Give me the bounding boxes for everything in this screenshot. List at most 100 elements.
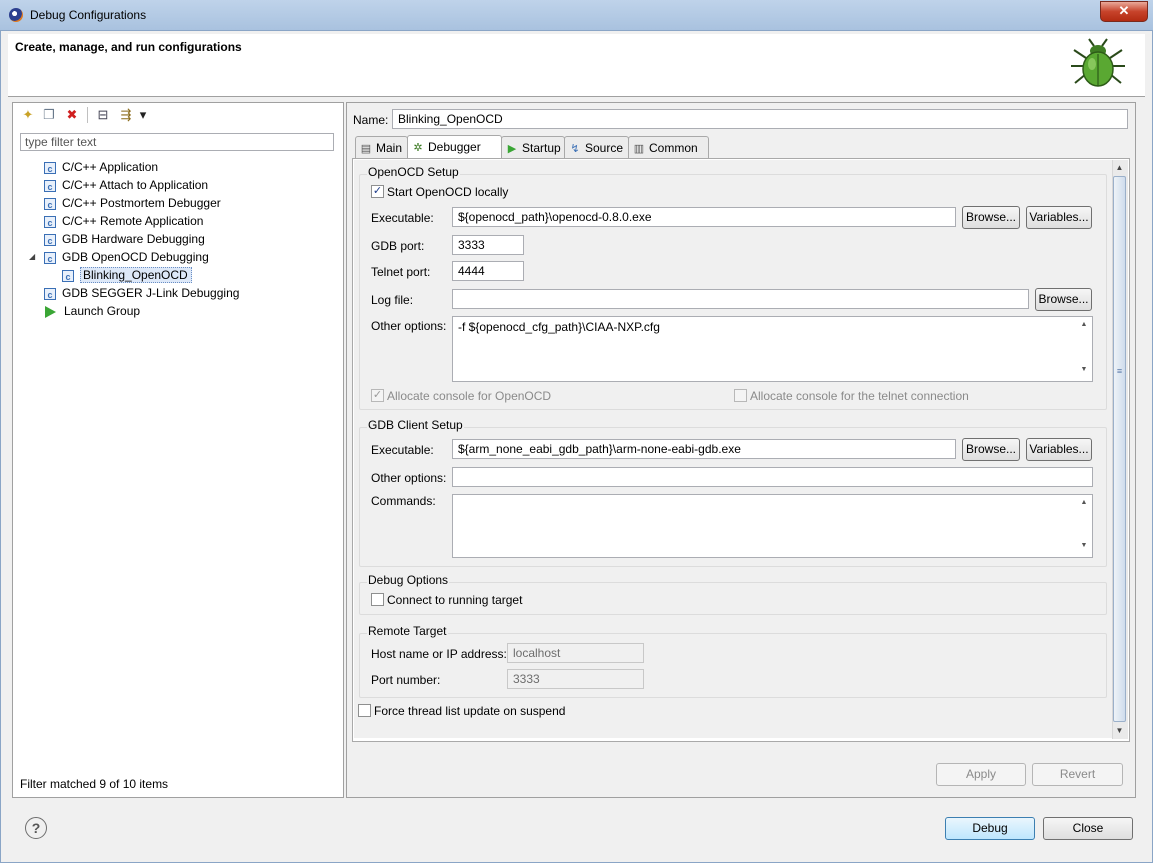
scrollbar-grip-icon: ≡ [1116, 366, 1123, 376]
gdb-port-input[interactable] [452, 235, 524, 255]
tree-item-gdb-segger[interactable]: c GDB SEGGER J-Link Debugging [44, 284, 239, 302]
log-file-label: Log file: [371, 293, 414, 307]
c-icon: c [44, 161, 56, 174]
gdb-client-title: GDB Client Setup [367, 418, 464, 432]
tree-item-cpp-attach[interactable]: c C/C++ Attach to Application [44, 176, 208, 194]
log-file-input[interactable] [452, 289, 1029, 309]
tree-item-label: C/C++ Remote Application [62, 214, 204, 228]
revert-button[interactable]: Revert [1032, 763, 1123, 786]
tab-startup[interactable]: ▶ Startup [501, 136, 565, 158]
port-number-input[interactable] [507, 669, 644, 689]
host-name-input[interactable] [507, 643, 644, 663]
tree-item-cpp-postmortem[interactable]: c C/C++ Postmortem Debugger [44, 194, 221, 212]
textarea-scrollbar[interactable]: ▲ ▼ [1077, 318, 1091, 380]
tree-item-label: Launch Group [64, 304, 141, 318]
tab-main[interactable]: ▤ Main [355, 136, 408, 158]
openocd-browse-button[interactable]: Browse... [962, 206, 1020, 229]
close-button[interactable]: Close [1043, 817, 1133, 840]
source-icon: ↯ [570, 142, 580, 155]
scroll-up-arrow-icon[interactable]: ▲ [1113, 161, 1126, 175]
tab-label: Startup [522, 141, 561, 155]
force-thread-checkbox[interactable] [358, 704, 371, 717]
tab-label: Main [376, 141, 403, 155]
common-icon: ▥ [633, 142, 645, 155]
textarea-scrollbar[interactable]: ▲ ▼ [1077, 496, 1091, 556]
openocd-variables-button[interactable]: Variables... [1026, 206, 1092, 229]
debug-button[interactable]: Debug [945, 817, 1035, 840]
help-icon[interactable]: ? [25, 817, 47, 839]
tree-item-label: GDB Hardware Debugging [62, 232, 205, 246]
c-icon: c [44, 251, 56, 264]
filter-icon[interactable]: ⇶ [118, 107, 134, 123]
window-close-button[interactable]: ✕ [1100, 1, 1148, 22]
host-name-label: Host name or IP address: [371, 647, 507, 661]
allocate-telnet-checkbox[interactable] [734, 389, 747, 402]
c-icon: c [44, 287, 56, 300]
duplicate-icon[interactable]: ❐ [41, 107, 57, 123]
tree-item-launch-group[interactable]: Launch Group [44, 302, 140, 320]
tree-item-cpp-remote[interactable]: c C/C++ Remote Application [44, 212, 203, 230]
allocate-console-checkbox[interactable]: ✓ [371, 389, 384, 402]
connect-running-checkbox[interactable] [371, 593, 384, 606]
log-file-browse-button[interactable]: Browse... [1035, 288, 1092, 311]
commands-label: Commands: [371, 494, 436, 508]
tree-item-gdb-hardware[interactable]: c GDB Hardware Debugging [44, 230, 205, 248]
telnet-port-input[interactable] [452, 261, 524, 281]
gdb-executable-label: Executable: [371, 443, 434, 457]
tab-label: Common [649, 141, 698, 155]
scroll-down-arrow-icon[interactable]: ▼ [1113, 724, 1126, 738]
c-icon: c [62, 269, 74, 282]
tree-item-cpp-application[interactable]: c C/C++ Application [44, 158, 158, 176]
openocd-executable-input[interactable] [452, 207, 956, 227]
tab-label: Source [585, 141, 624, 155]
c-icon: c [44, 179, 56, 192]
bug-icon: ✲ [413, 141, 423, 154]
openocd-executable-label: Executable: [371, 211, 434, 225]
tab-common[interactable]: ▥ Common [628, 136, 709, 158]
scrollbar-thumb[interactable] [1113, 176, 1126, 722]
port-number-label: Port number: [371, 673, 441, 687]
tree-item-blinking-openocd[interactable]: c Blinking_OpenOCD [62, 266, 192, 284]
name-label: Name: [353, 113, 389, 127]
c-icon: c [44, 233, 56, 246]
openocd-other-options-textarea[interactable]: -f ${openocd_cfg_path}\CIAA-NXP.cfg [452, 316, 1093, 382]
configuration-name-input[interactable] [392, 109, 1128, 129]
start-openocd-label: Start OpenOCD locally [387, 185, 509, 199]
openocd-setup-title: OpenOCD Setup [367, 165, 460, 179]
tree-item-label: Blinking_OpenOCD [80, 267, 192, 283]
start-openocd-checkbox[interactable]: ✓ [371, 185, 384, 198]
gdb-executable-input[interactable] [452, 439, 956, 459]
remote-target-group [359, 633, 1107, 698]
menu-dropdown-icon[interactable]: ▾ [137, 107, 149, 123]
tree-item-label: C/C++ Attach to Application [62, 178, 209, 192]
c-icon: c [44, 197, 56, 210]
gdb-browse-button[interactable]: Browse... [962, 438, 1020, 461]
tree-item-label: GDB OpenOCD Debugging [62, 250, 209, 264]
delete-icon[interactable]: ✖ [64, 107, 80, 123]
apply-button[interactable]: Apply [936, 763, 1026, 786]
window-title: Debug Configurations [30, 8, 147, 22]
gdb-port-label: GDB port: [371, 239, 425, 253]
banner-title: Create, manage, and run configurations [15, 40, 242, 54]
expand-arrow-icon[interactable]: ◢ [29, 252, 35, 261]
gdb-other-options-input[interactable] [452, 467, 1093, 487]
force-thread-label: Force thread list update on suspend [374, 704, 566, 718]
collapse-all-icon[interactable]: ⊟ [95, 107, 111, 123]
debug-options-title: Debug Options [367, 573, 450, 587]
title-bar [0, 0, 1153, 31]
main-tab-icon: ▤ [360, 142, 372, 155]
filter-status: Filter matched 9 of 10 items [20, 777, 169, 791]
startup-icon: ▶ [507, 142, 517, 155]
tree-item-label: GDB SEGGER J-Link Debugging [62, 286, 240, 300]
commands-textarea[interactable] [452, 494, 1093, 558]
tab-source[interactable]: ↯ Source [564, 136, 629, 158]
gdb-variables-button[interactable]: Variables... [1026, 438, 1092, 461]
filter-input[interactable] [20, 133, 334, 151]
tree-item-label: C/C++ Postmortem Debugger [62, 196, 221, 210]
debug-bug-icon [1071, 38, 1125, 87]
new-configuration-icon[interactable]: ✦ [20, 107, 36, 123]
tab-debugger[interactable]: ✲ Debugger [407, 135, 502, 159]
play-icon [45, 305, 56, 318]
tree-item-gdb-openocd[interactable]: c GDB OpenOCD Debugging [44, 248, 209, 266]
c-icon: c [44, 215, 56, 228]
